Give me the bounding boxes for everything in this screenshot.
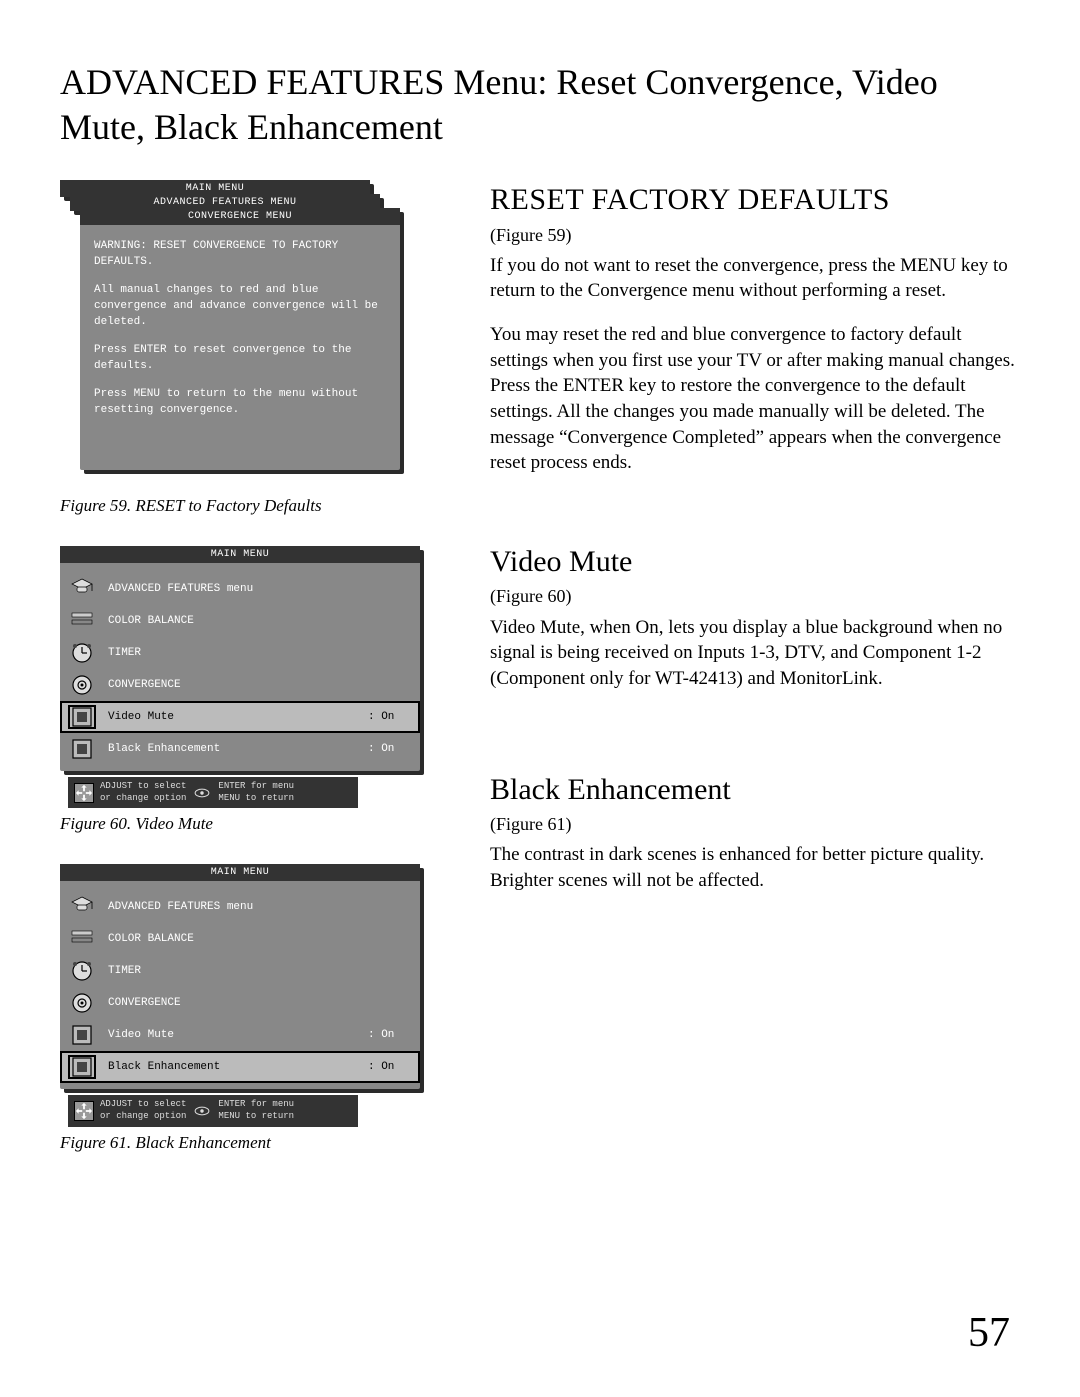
eye-icon [192,1101,212,1121]
page-number: 57 [968,1309,1010,1357]
menu-row-black-enhancement[interactable]: Black Enhancement: On [60,733,420,765]
page-title: ADVANCED FEATURES Menu: Reset Convergenc… [60,60,1020,150]
clock-icon [68,959,96,983]
dpad-icon [74,1101,94,1121]
menu-row-convergence[interactable]: CONVERGENCE [60,987,420,1019]
bars-icon [68,609,96,633]
menu-row-label: CONVERGENCE [108,997,368,1009]
menu-body: WARNING: RESET CONVERGENCE TO FACTORY DE… [80,225,400,444]
hint-text: ENTER for menuMENU to return [218,1099,294,1122]
figure-61-caption: Figure 61. Black Enhancement [60,1133,450,1153]
figure-60-caption: Figure 60. Video Mute [60,814,450,834]
body-text: Video Mute, when On, lets you display a … [490,615,1020,692]
hint-text: ADJUST to selector change option [100,781,186,804]
square-icon [68,1055,96,1079]
menu-row-label: Black Enhancement [108,1061,368,1073]
body-text: If you do not want to reset the converge… [490,253,1020,304]
advanced-features-menu: MAIN MENU ADVANCED FEATURES menu COLOR BAL… [60,864,420,1089]
body-text: The contrast in dark scenes is enhanced … [490,842,1020,893]
menu-layer-convergence: CONVERGENCE MENU WARNING: RESET CONVERGE… [80,208,400,470]
body-text: You may reset the red and blue convergen… [490,322,1020,476]
warning-line: WARNING: RESET CONVERGENCE TO FACTORY DE… [94,239,386,271]
gradcap-icon [68,577,96,601]
section-heading-videomute: Video Mute [490,542,1020,583]
menu-row-timer[interactable]: TIMER [60,955,420,987]
menu-row-label: ADVANCED FEATURES menu [108,901,368,913]
menu-row-label: TIMER [108,965,368,977]
figure-60: MAIN MENU ADVANCED FEATURES menu COLOR BAL… [60,546,420,808]
menu-row-label: CONVERGENCE [108,679,368,691]
hint-text: ENTER for menuMENU to return [218,781,294,804]
figure-59: MAIN MENU ADVANCED FEATURES MENU CONVERG… [60,180,410,490]
menu-row-label: TIMER [108,647,368,659]
menu-row-color-balance[interactable]: COLOR BALANCE [60,605,420,637]
menu-row-value: : On [368,1061,408,1073]
menu-row-video-mute[interactable]: Video Mute: On [60,701,420,733]
menu-row-value: : On [368,743,408,755]
menu-row-value: : On [368,711,408,723]
menu-row-value: : On [368,1029,408,1041]
figure-reference: (Figure 61) [490,812,1020,836]
eye-icon [192,783,212,803]
menu-title: MAIN MENU [60,546,420,563]
menu-row-black-enhancement[interactable]: Black Enhancement: On [60,1051,420,1083]
menu-row-label: Video Mute [108,1029,368,1041]
menu-row-advanced-features-menu[interactable]: ADVANCED FEATURES menu [60,573,420,605]
warning-line: Press ENTER to reset convergence to the … [94,343,386,375]
bars-icon [68,927,96,951]
warning-line: Press MENU to return to the menu without… [94,387,386,419]
square-icon [68,705,96,729]
hint-bar: ADJUST to selector change option ENTER fo… [68,777,358,808]
dpad-icon [74,783,94,803]
hint-text: ADJUST to selector change option [100,1099,186,1122]
menu-row-convergence[interactable]: CONVERGENCE [60,669,420,701]
menu-row-color-balance[interactable]: COLOR BALANCE [60,923,420,955]
menu-row-label: ADVANCED FEATURES menu [108,583,368,595]
figure-59-caption: Figure 59. RESET to Factory Defaults [60,496,450,516]
converge-icon [68,991,96,1015]
menu-title: CONVERGENCE MENU [80,208,400,225]
hint-bar: ADJUST to selector change option ENTER fo… [68,1095,358,1126]
clock-icon [68,641,96,665]
square-icon [68,737,96,761]
menu-row-advanced-features-menu[interactable]: ADVANCED FEATURES menu [60,891,420,923]
section-heading-reset: Reset Factory Defaults [490,180,1020,221]
menu-row-label: COLOR BALANCE [108,933,368,945]
menu-row-label: COLOR BALANCE [108,615,368,627]
menu-title: MAIN MENU [60,864,420,881]
square-icon [68,1023,96,1047]
menu-row-video-mute[interactable]: Video Mute: On [60,1019,420,1051]
menu-row-label: Black Enhancement [108,743,368,755]
advanced-features-menu: MAIN MENU ADVANCED FEATURES menu COLOR BAL… [60,546,420,771]
warning-line: All manual changes to red and blue conve… [94,283,386,331]
figure-reference: (Figure 60) [490,584,1020,608]
figure-reference: (Figure 59) [490,223,1020,247]
gradcap-icon [68,895,96,919]
menu-row-timer[interactable]: TIMER [60,637,420,669]
converge-icon [68,673,96,697]
section-heading-blackenh: Black Enhancement [490,770,1020,811]
figure-61: MAIN MENU ADVANCED FEATURES menu COLOR BAL… [60,864,420,1126]
menu-row-label: Video Mute [108,711,368,723]
